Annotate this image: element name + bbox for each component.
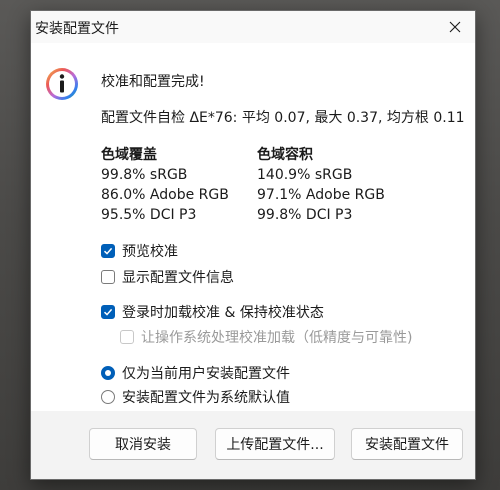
gamut-volume-dci-p3: 99.8% DCI P3 (257, 207, 353, 223)
close-icon (449, 21, 461, 33)
gamut-coverage-title: 色域覆盖 (101, 147, 157, 163)
dialog-footer: 取消安装 上传配置文件... 安装配置文件 (31, 411, 475, 479)
os-handles-loading-label: 让操作系统处理校准加载（低精度与可靠性) (141, 330, 413, 346)
install-profile-button[interactable]: 安装配置文件 (351, 428, 463, 460)
upload-profile-button[interactable]: 上传配置文件... (215, 428, 335, 460)
gamut-coverage-srgb: 99.8% sRGB (101, 167, 188, 183)
completion-heading: 校准和配置完成! (101, 74, 205, 90)
gamut-coverage-dci-p3: 95.5% DCI P3 (101, 207, 197, 223)
info-icon (46, 68, 78, 100)
checkbox-disabled-icon (120, 330, 134, 344)
install-current-user-label: 仅为当前用户安装配置文件 (122, 366, 290, 382)
load-on-login-checkbox[interactable]: 登录时加载校准 & 保持校准状态 (101, 302, 324, 322)
radio-unselected-icon (101, 390, 115, 404)
show-profile-info-checkbox[interactable]: 显示配置文件信息 (101, 267, 234, 287)
install-current-user-radio[interactable]: 仅为当前用户安装配置文件 (101, 363, 290, 383)
checkbox-checked-icon (101, 244, 115, 258)
close-button[interactable] (435, 11, 475, 43)
load-on-login-label: 登录时加载校准 & 保持校准状态 (122, 305, 324, 321)
gamut-volume-adobe-rgb: 97.1% Adobe RGB (257, 187, 385, 203)
preview-calibration-checkbox[interactable]: 预览校准 (101, 241, 178, 261)
window-title: 安装配置文件 (35, 21, 119, 37)
gamut-volume-srgb: 140.9% sRGB (257, 167, 353, 183)
checkbox-checked-icon (101, 305, 115, 319)
cancel-install-button[interactable]: 取消安装 (89, 428, 197, 460)
profile-selfcheck-text: 配置文件自检 ΔE*76: 平均 0.07, 最大 0.37, 均方根 0.11 (101, 110, 465, 126)
gamut-volume-title: 色域容积 (257, 147, 313, 163)
dialog-content: 校准和配置完成! 配置文件自检 ΔE*76: 平均 0.07, 最大 0.37,… (31, 43, 475, 411)
install-system-default-radio[interactable]: 安装配置文件为系统默认值 (101, 387, 290, 407)
install-system-default-label: 安装配置文件为系统默认值 (122, 390, 290, 406)
os-handles-loading-checkbox: 让操作系统处理校准加载（低精度与可靠性) (120, 327, 412, 347)
preview-calibration-label: 预览校准 (122, 244, 178, 260)
gamut-coverage-adobe-rgb: 86.0% Adobe RGB (101, 187, 229, 203)
gamut-volume-column: 色域容积 140.9% sRGB 97.1% Adobe RGB 99.8% D… (257, 145, 385, 225)
radio-selected-icon (101, 366, 115, 380)
checkbox-unchecked-icon (101, 270, 115, 284)
title-bar: 安装配置文件 (31, 11, 475, 43)
show-profile-info-label: 显示配置文件信息 (122, 270, 234, 286)
gamut-coverage-column: 色域覆盖 99.8% sRGB 86.0% Adobe RGB 95.5% DC… (101, 145, 229, 225)
install-profile-dialog: 安装配置文件 校准和配置完成! 配置文件自检 ΔE*76: 平均 0.07, 最… (30, 10, 476, 480)
